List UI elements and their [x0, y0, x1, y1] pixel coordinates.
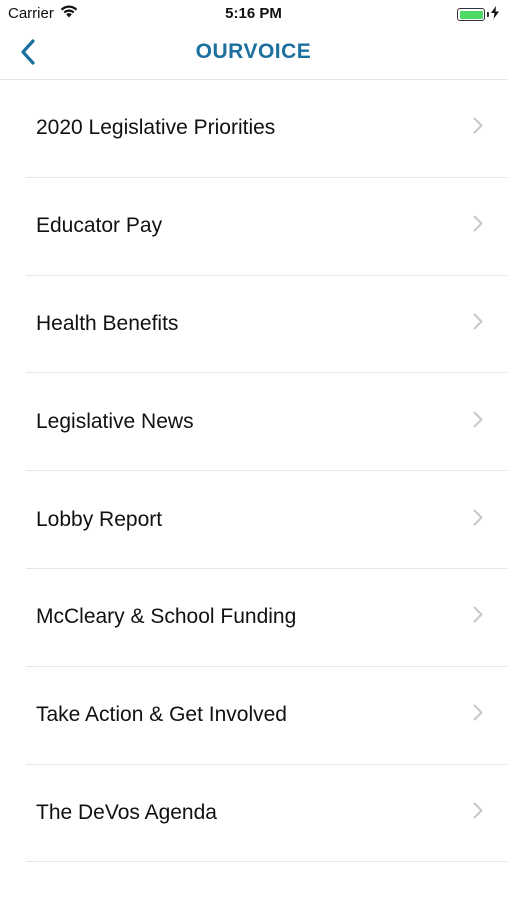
chevron-right-icon	[473, 802, 483, 824]
list-item[interactable]: McCleary & School Funding	[26, 569, 507, 667]
navigation-bar: OURVOICE	[0, 28, 507, 80]
charging-bolt-icon	[491, 6, 499, 23]
battery-fill	[459, 10, 483, 19]
page-title: OURVOICE	[195, 40, 312, 63]
list-item[interactable]: Legislative News	[26, 373, 507, 472]
battery-cap	[487, 12, 489, 17]
list-item-label: 2020 Legislative Priorities	[36, 116, 276, 140]
list-item[interactable]: 2020 Legislative Priorities	[26, 80, 507, 178]
list-item-label: Educator Pay	[36, 214, 163, 238]
chevron-right-icon	[473, 215, 483, 237]
list-item[interactable]: Educator Pay	[26, 178, 507, 276]
list-item[interactable]: Health Benefits	[26, 276, 507, 374]
chevron-right-icon	[473, 117, 483, 139]
chevron-right-icon	[473, 509, 483, 531]
list-item-label: The DeVos Agenda	[36, 800, 217, 824]
list-item-label: Legislative News	[36, 409, 194, 433]
list-item[interactable]: Take Action & Get Involved	[26, 667, 507, 765]
status-time: 5:16 PM	[225, 5, 282, 22]
chevron-right-icon	[473, 606, 483, 628]
list-item-label: Take Action & Get Involved	[36, 703, 287, 727]
battery-indicator	[457, 6, 499, 23]
list-item-label: Lobby Report	[36, 507, 163, 531]
list-item-label: McCleary & School Funding	[36, 605, 297, 629]
list-item[interactable]: Lobby Report	[26, 471, 507, 569]
menu-list: 2020 Legislative Priorities Educator Pay…	[0, 80, 507, 863]
chevron-right-icon	[473, 411, 483, 433]
list-item-label: Health Benefits	[36, 311, 179, 335]
status-bar: Carrier 5:16 PM	[0, 0, 507, 28]
list-item[interactable]: The DeVos Agenda	[26, 765, 507, 863]
chevron-right-icon	[473, 704, 483, 726]
battery-icon	[457, 8, 485, 21]
chevron-right-icon	[473, 313, 483, 335]
